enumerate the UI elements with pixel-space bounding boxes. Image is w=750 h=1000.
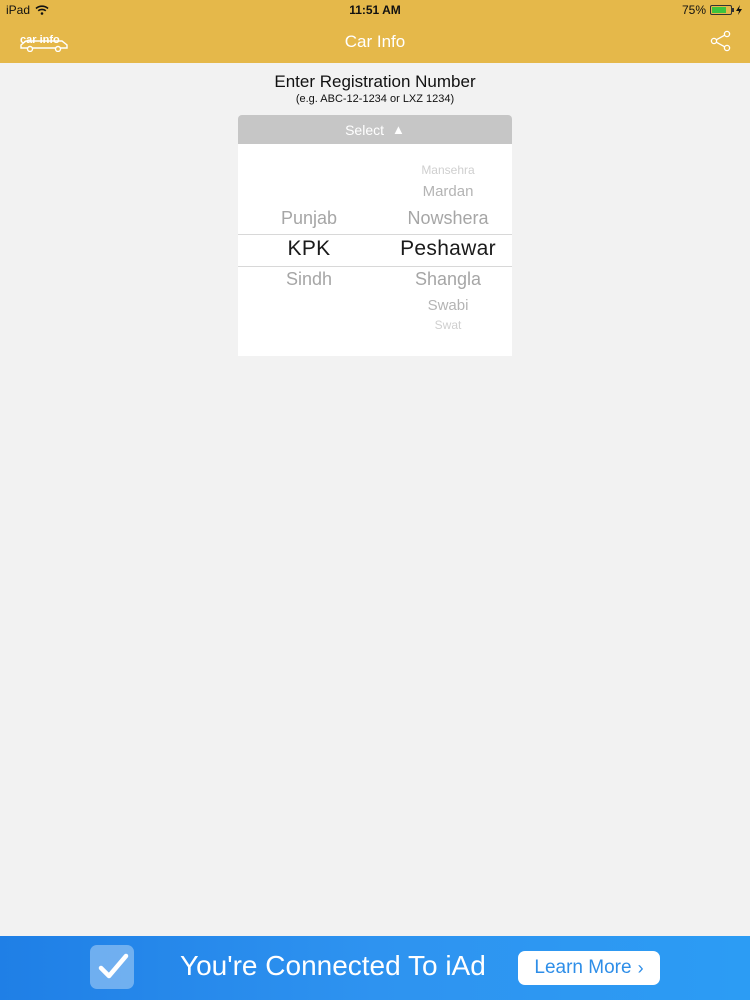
picker-city-option[interactable]: Swat (435, 318, 462, 332)
checkmark-icon (90, 945, 134, 989)
page-title: Car Info (344, 32, 406, 51)
ad-text: You're Connected To iAd (180, 950, 486, 981)
selection-line-bottom (238, 266, 512, 267)
learn-more-button[interactable]: Learn More › (518, 951, 660, 985)
status-bar: iPad 11:51 AM 75% (0, 0, 750, 20)
triangle-up-icon: ▲ (392, 122, 405, 137)
picker-province-option[interactable]: Sindh (286, 269, 332, 290)
format-example: (e.g. ABC-12-1234 or LXZ 1234) (295, 93, 455, 105)
select-label: Select (345, 121, 385, 138)
select-button[interactable]: Select ▲ (238, 115, 512, 144)
selection-line-top (238, 234, 512, 235)
region-picker[interactable]: Punjab KPK Sindh Mansehra Mardan Nowsher… (238, 144, 512, 356)
picker-city-option[interactable]: Mardan (423, 183, 474, 200)
clock: 11:51 AM (349, 3, 401, 17)
picker-city-option[interactable]: Nowshera (407, 208, 488, 229)
nav-bar: car info Car Info (0, 20, 750, 63)
charging-icon (736, 5, 742, 15)
picker-city-option[interactable]: Shangla (415, 269, 481, 290)
picker-city-option[interactable]: Swabi (428, 297, 469, 314)
battery-percent: 75% (681, 3, 706, 17)
picker-province-option[interactable]: KPK (288, 237, 331, 261)
form-heading: Enter Registration Number (274, 72, 476, 91)
learn-more-label: Learn More (534, 957, 632, 978)
picker-city-option[interactable]: Peshawar (400, 237, 496, 261)
picker-city-option[interactable]: Mansehra (421, 163, 474, 177)
iad-banner[interactable]: You're Connected To iAd Learn More › (0, 936, 750, 1000)
battery-fill (712, 7, 726, 13)
picker-province-option[interactable]: Punjab (281, 208, 337, 229)
share-icon[interactable] (710, 30, 732, 52)
battery-icon (710, 5, 734, 15)
chevron-right-icon: › (637, 957, 644, 978)
header-band: iPad 11:51 AM 75% car info Car Info (0, 0, 750, 63)
